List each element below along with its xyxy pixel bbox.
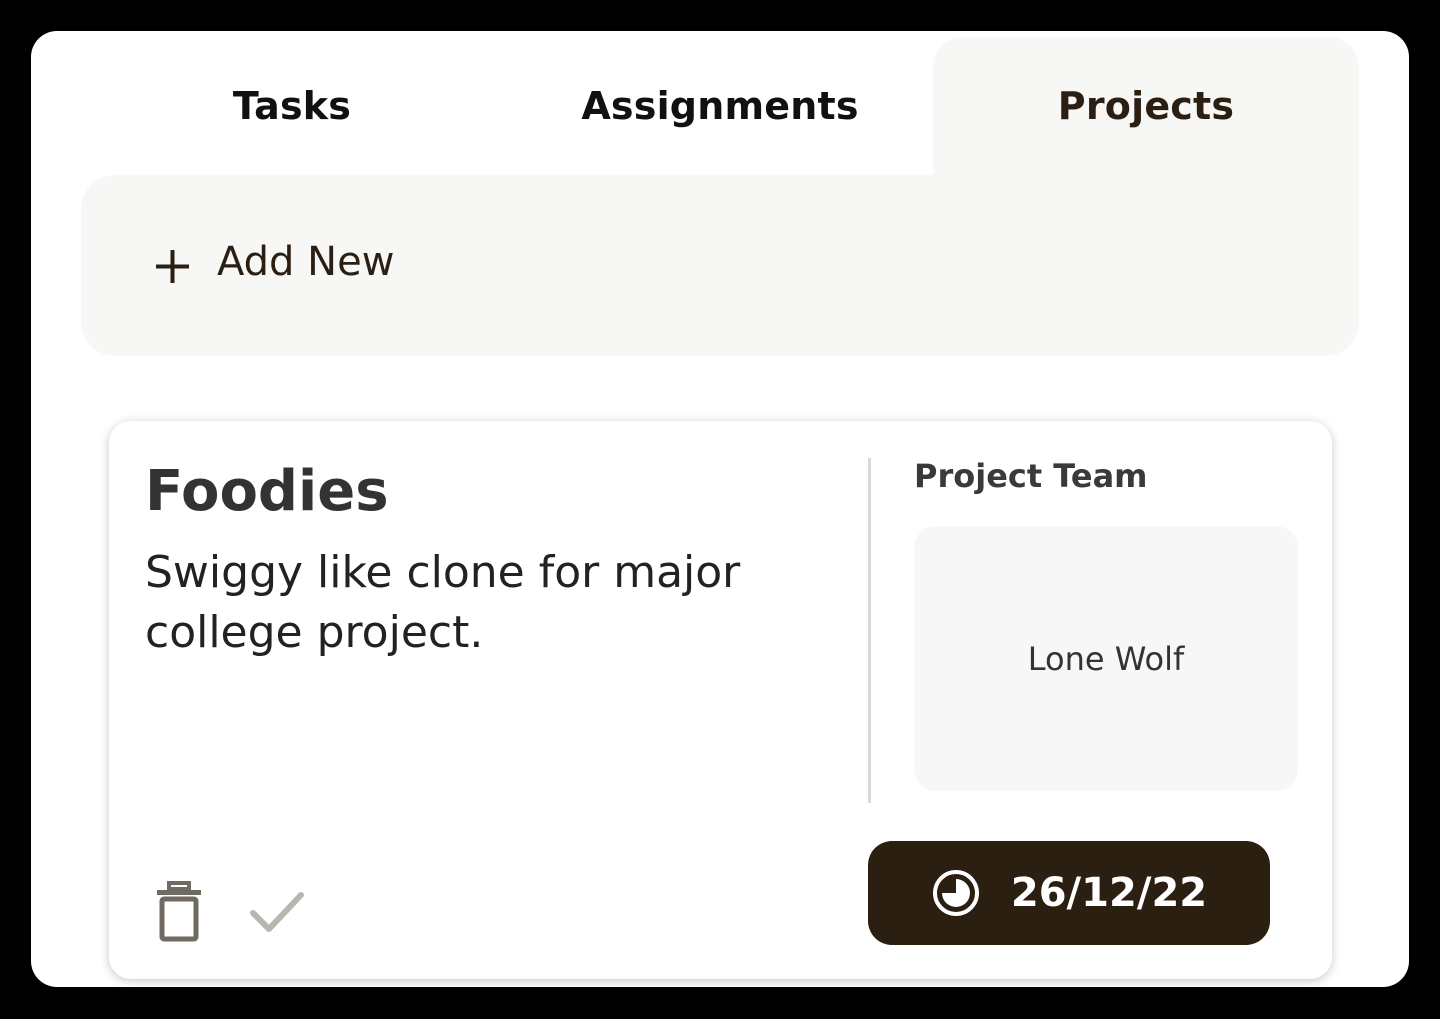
add-new-button[interactable]: Add New [81, 175, 1359, 356]
plus-icon [156, 250, 189, 283]
team-member: Lone Wolf [1027, 639, 1185, 678]
tab-assignments-label: Assignments [581, 84, 859, 128]
project-card: Foodies Swiggy like clone for major coll… [109, 421, 1332, 979]
clock-icon [932, 870, 979, 916]
due-date-badge[interactable]: 26/12/22 [868, 841, 1270, 945]
tab-projects[interactable]: Projects [933, 37, 1359, 175]
project-team-box: Lone Wolf [914, 526, 1298, 791]
project-team-heading: Project Team [914, 457, 1148, 495]
tab-tasks[interactable]: Tasks [81, 37, 503, 175]
add-new-label: Add New [217, 239, 395, 285]
trash-icon[interactable] [155, 881, 203, 943]
tab-assignments[interactable]: Assignments [507, 37, 933, 175]
tab-projects-label: Projects [1057, 84, 1235, 128]
project-title: Foodies [145, 459, 389, 524]
card-divider [868, 458, 871, 803]
tab-tasks-label: Tasks [232, 84, 352, 128]
check-icon[interactable] [249, 887, 305, 937]
project-description: Swiggy like clone for major college proj… [145, 547, 741, 658]
projects-panel: Tasks Assignments Projects Add New Foodi… [31, 31, 1409, 987]
due-date: 26/12/22 [1010, 870, 1208, 916]
